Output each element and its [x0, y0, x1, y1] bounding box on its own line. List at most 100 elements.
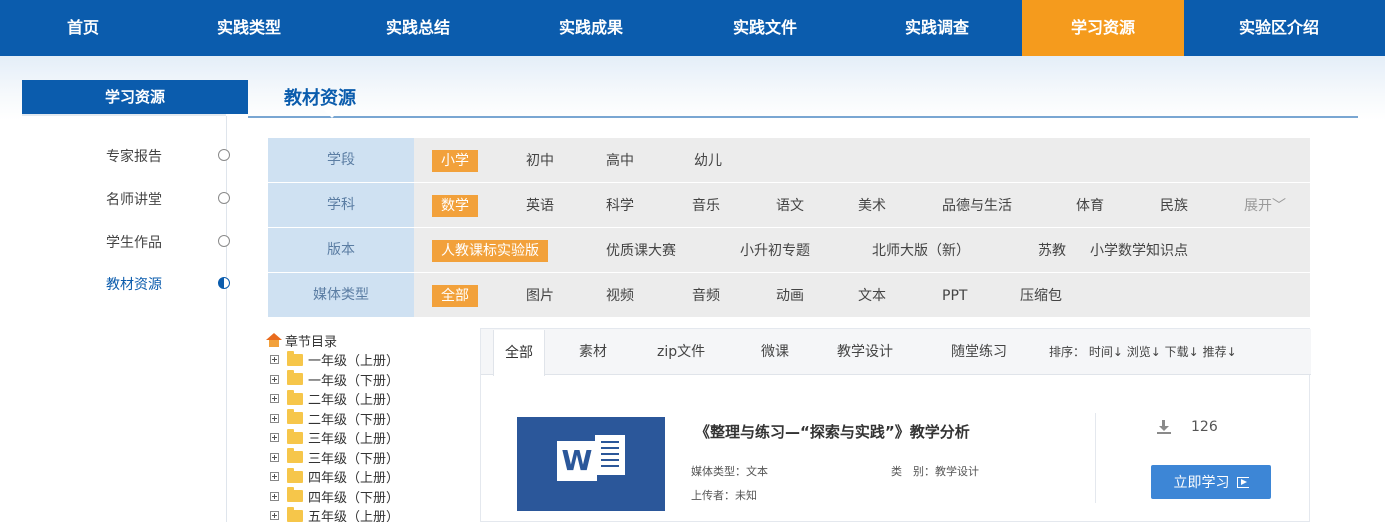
tree-node-label: 二年级（上册） — [308, 393, 400, 409]
filter-option[interactable]: 小学数学知识点 — [1090, 240, 1188, 262]
tree-node-label: 一年级（上册） — [308, 354, 400, 370]
filter-option[interactable]: 音频 — [692, 285, 720, 307]
tree-node-label: 一年级（下册） — [308, 373, 400, 389]
chapter-tree: 章节目录 一年级（上册） 一年级（下册） 二年级（上册） 二年级（下册） 三年级… — [266, 330, 399, 522]
sort-option-label: 下载 — [1164, 345, 1189, 359]
sort-option-label: 时间 — [1088, 345, 1113, 359]
tree-node[interactable]: 二年级（上册） — [266, 389, 399, 409]
tab-teaching-design[interactable]: 教学设计 — [837, 329, 893, 375]
filter-option[interactable]: 视频 — [606, 285, 634, 307]
filter-option[interactable]: 科学 — [606, 195, 634, 217]
resource-title[interactable]: 《整理与练习—“探索与实践”》教学分析 — [695, 421, 970, 442]
sidebar-item-textbook-resources[interactable]: 教材资源 — [100, 272, 240, 296]
sort-by-views[interactable]: 浏览↓ — [1127, 345, 1161, 359]
folder-icon — [287, 409, 303, 425]
expand-filter-button[interactable]: 展开﹀ — [1244, 195, 1286, 217]
expand-plus-icon[interactable] — [270, 394, 279, 404]
tree-node[interactable]: 四年级（上册） — [266, 467, 399, 487]
filter-option[interactable]: 小升初专题 — [740, 240, 810, 262]
expand-plus-icon[interactable] — [270, 491, 279, 501]
filter-option[interactable]: 优质课大赛 — [606, 240, 676, 262]
tab-all[interactable]: 全部 — [493, 330, 545, 376]
tree-node[interactable]: 一年级（上册） — [266, 350, 399, 370]
filter-option[interactable]: 图片 — [526, 285, 554, 307]
filter-option[interactable]: 文本 — [858, 285, 886, 307]
tree-node-label: 三年级（下册） — [308, 451, 400, 467]
filter-option[interactable]: 体育 — [1076, 195, 1104, 217]
tree-root-label: 章节目录 — [285, 334, 338, 350]
filter-option[interactable]: 高中 — [606, 150, 634, 172]
filter-row-media-type: 媒体类型 全部 图片 视频 音频 动画 文本 PPT 压缩包 — [268, 273, 1310, 317]
tab-zip-files[interactable]: zip文件 — [657, 329, 705, 375]
filter-row-edition: 版本 人教课标实验版 优质课大赛 小升初专题 北师大版（新） 苏教 小学数学知识… — [268, 228, 1310, 272]
tree-node-label: 三年级（上册） — [308, 432, 400, 448]
filter-option[interactable]: 幼儿 — [694, 150, 722, 172]
filter-option[interactable]: 民族 — [1160, 195, 1188, 217]
filter-option[interactable]: 北师大版（新） — [872, 240, 970, 262]
sort-option-label: 推荐 — [1202, 345, 1227, 359]
arrow-down-icon: ↓ — [1226, 345, 1237, 359]
expand-plus-icon[interactable] — [270, 433, 279, 443]
tree-node[interactable]: 二年级（下册） — [266, 409, 399, 429]
arrow-down-icon: ↓ — [1150, 345, 1161, 359]
arrow-down-icon: ↓ — [1112, 345, 1123, 359]
resource-category: 类 别：教学设计 — [891, 465, 979, 478]
expand-plus-icon[interactable] — [270, 511, 279, 521]
nav-learning-resources[interactable]: 学习资源 — [1022, 0, 1184, 56]
nav-home[interactable]: 首页 — [0, 0, 166, 56]
sidebar-item-teacher-lectures[interactable]: 名师讲堂 — [100, 187, 240, 211]
sidebar-item-expert-reports[interactable]: 专家报告 — [100, 144, 240, 168]
nav-practice-survey[interactable]: 实践调查 — [852, 0, 1022, 56]
sort-by-recommended[interactable]: 推荐↓ — [1203, 345, 1237, 359]
nav-practice-files[interactable]: 实践文件 — [678, 0, 852, 56]
tree-node[interactable]: 五年级（上册） — [266, 506, 399, 522]
tree-root[interactable]: 章节目录 — [266, 330, 399, 350]
nav-practice-summary[interactable]: 实践总结 — [332, 0, 504, 56]
start-learning-label: 立即学习 — [1173, 475, 1230, 491]
filter-option[interactable]: 数学 — [432, 195, 478, 217]
filter-option[interactable]: 动画 — [776, 285, 804, 307]
expand-plus-icon[interactable] — [270, 472, 279, 482]
filter-label: 媒体类型 — [268, 273, 414, 317]
filter-option[interactable]: 压缩包 — [1020, 285, 1062, 307]
tree-node-label: 二年级（下册） — [308, 412, 400, 428]
tab-materials[interactable]: 素材 — [579, 329, 607, 375]
filter-option[interactable]: 初中 — [526, 150, 554, 172]
word-letter: W — [557, 441, 597, 481]
filter-option[interactable]: 英语 — [526, 195, 554, 217]
expand-plus-icon[interactable] — [270, 374, 279, 384]
filter-option[interactable]: 语文 — [776, 195, 804, 217]
resource-media-type: 媒体类型：文本 — [691, 465, 768, 478]
filter-option[interactable]: 美术 — [858, 195, 886, 217]
title-underline — [248, 116, 1358, 118]
sidebar-item-label: 专家报告 — [106, 149, 162, 165]
radio-dot-icon — [218, 235, 230, 247]
home-icon — [266, 333, 282, 347]
filter-option[interactable]: 人教课标实验版 — [432, 240, 548, 262]
sidebar-item-student-works[interactable]: 学生作品 — [100, 230, 240, 254]
tree-node[interactable]: 一年级（下册） — [266, 370, 399, 390]
sidebar-item-label: 名师讲堂 — [106, 192, 162, 208]
start-learning-button[interactable]: 立即学习 — [1151, 465, 1271, 499]
expand-plus-icon[interactable] — [270, 355, 279, 365]
nav-experiment-zone[interactable]: 实验区介绍 — [1184, 0, 1374, 56]
tab-practice[interactable]: 随堂练习 — [951, 329, 1007, 375]
word-file-icon[interactable]: W — [517, 417, 665, 511]
filter-option[interactable]: 音乐 — [692, 195, 720, 217]
filter-option[interactable]: PPT — [942, 285, 967, 307]
filter-option[interactable]: 全部 — [432, 285, 478, 307]
expand-plus-icon[interactable] — [270, 413, 279, 423]
filter-option[interactable]: 小学 — [432, 150, 478, 172]
tree-node[interactable]: 四年级（下册） — [266, 487, 399, 507]
filter-option[interactable]: 苏教 — [1038, 240, 1066, 262]
expand-plus-icon[interactable] — [270, 452, 279, 462]
nav-practice-results[interactable]: 实践成果 — [504, 0, 678, 56]
filter-option[interactable]: 品德与生活 — [942, 195, 1012, 217]
sort-by-time[interactable]: 时间↓ — [1089, 345, 1123, 359]
nav-practice-types[interactable]: 实践类型 — [166, 0, 332, 56]
sort-by-downloads[interactable]: 下载↓ — [1165, 345, 1199, 359]
tree-node[interactable]: 三年级（上册） — [266, 428, 399, 448]
tab-micro-lessons[interactable]: 微课 — [761, 329, 789, 375]
download-count-value: 126 — [1191, 419, 1218, 435]
tree-node[interactable]: 三年级（下册） — [266, 448, 399, 468]
